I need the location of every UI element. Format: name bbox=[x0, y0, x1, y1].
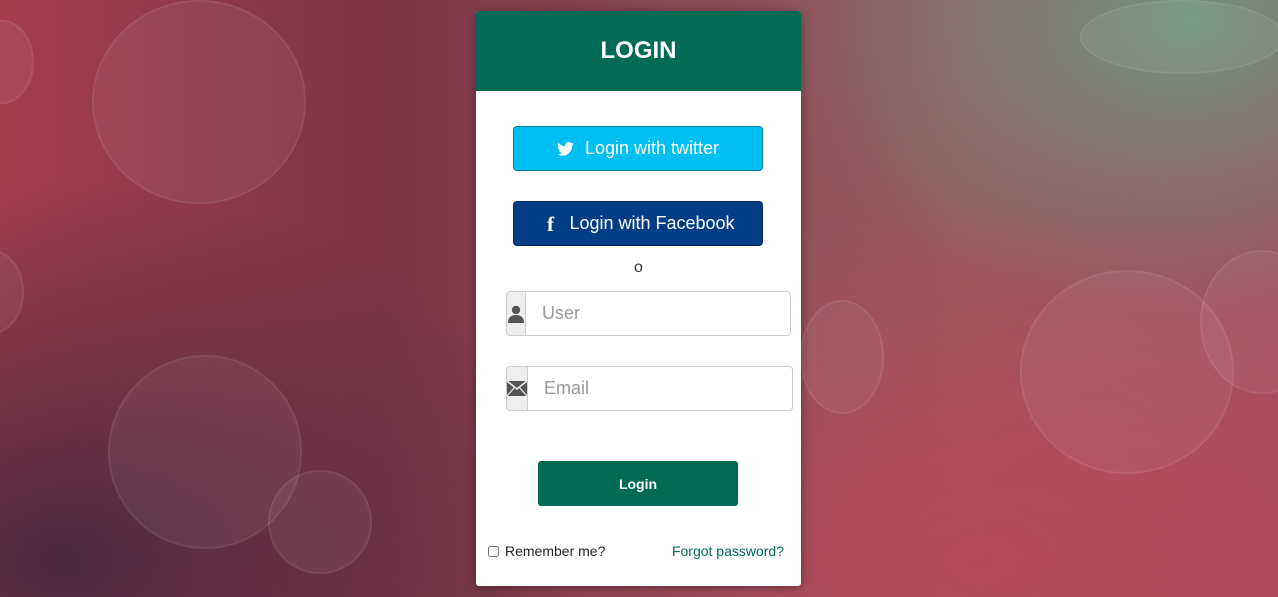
remember-me-label: Remember me? bbox=[505, 543, 606, 559]
envelope-icon bbox=[506, 366, 527, 411]
background-bokeh bbox=[268, 470, 372, 574]
user-icon bbox=[506, 291, 525, 336]
background-bokeh bbox=[0, 250, 24, 334]
email-input-group bbox=[506, 366, 793, 411]
background-bokeh bbox=[800, 300, 884, 414]
facebook-icon: f bbox=[546, 211, 554, 236]
twitter-login-button[interactable]: Login with twitter bbox=[513, 126, 763, 171]
facebook-login-button[interactable]: f Login with Facebook bbox=[513, 201, 763, 246]
remember-me: Remember me? bbox=[488, 543, 605, 559]
user-input-group bbox=[506, 291, 791, 336]
forgot-password-link[interactable]: Forgot password? bbox=[672, 543, 784, 559]
background-bokeh bbox=[92, 0, 306, 204]
remember-me-checkbox[interactable] bbox=[488, 545, 499, 557]
login-title: LOGIN bbox=[600, 37, 677, 64]
background-bokeh bbox=[0, 20, 34, 104]
email-input[interactable] bbox=[527, 366, 793, 411]
card-header: LOGIN bbox=[476, 11, 801, 91]
login-card: LOGIN Login with twitter f Login with Fa… bbox=[476, 11, 801, 586]
user-input[interactable] bbox=[525, 291, 791, 336]
or-divider: o bbox=[634, 259, 643, 276]
login-button[interactable]: Login bbox=[538, 461, 738, 506]
twitter-icon bbox=[557, 140, 575, 158]
background-bokeh bbox=[1080, 0, 1278, 74]
facebook-login-label: Login with Facebook bbox=[569, 213, 735, 233]
twitter-login-label: Login with twitter bbox=[584, 138, 720, 158]
